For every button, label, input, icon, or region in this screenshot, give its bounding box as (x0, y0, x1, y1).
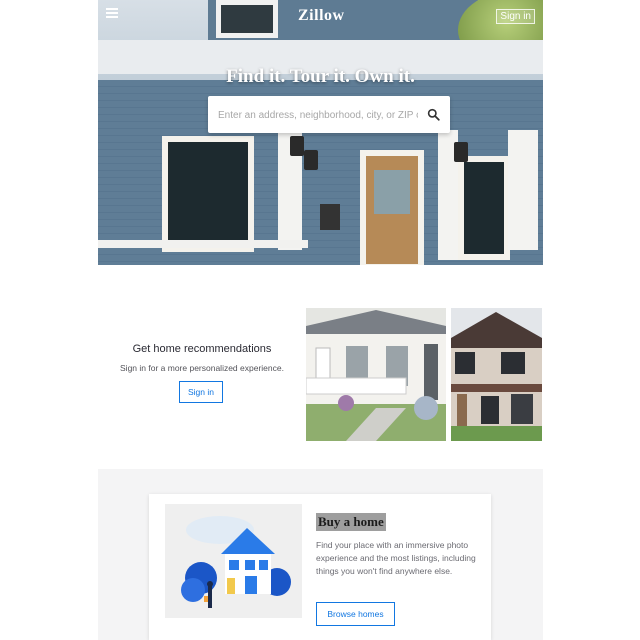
home-photo-craftsman (451, 308, 542, 441)
browse-homes-button[interactable]: Browse homes (316, 602, 395, 626)
buy-home-description: Find your place with an immersive photo … (316, 540, 476, 576)
recommendations-subtitle: Sign in for a more personalized experien… (120, 363, 284, 373)
hero-title: Find it. Tour it. Own it. (226, 66, 415, 87)
hero-lamp-right (454, 142, 468, 162)
hero-window-left (162, 136, 254, 252)
hero-front-door (360, 150, 424, 265)
buy-home-title: Buy a home (316, 513, 386, 531)
sign-in-link[interactable]: Sign in (496, 9, 535, 24)
search-box (208, 96, 450, 135)
hero-banner: Zillow Sign in Find it. Tour it. Own it. (98, 0, 543, 265)
hero-window-right (458, 156, 510, 260)
zillow-logo[interactable]: Zillow (298, 7, 345, 25)
home-photo-white-porch (306, 308, 446, 441)
hero-pillar-far (508, 130, 538, 250)
menu-icon[interactable] (106, 8, 118, 18)
recommendations-sign-in-button[interactable]: Sign in (179, 381, 223, 403)
buy-home-illustration (165, 504, 302, 618)
recommendations-title: Get home recommendations (132, 343, 272, 355)
search-icon[interactable] (427, 108, 440, 121)
hero-upper-window (216, 0, 278, 38)
hero-lamp-left (290, 136, 304, 156)
hero-lamp-left-2 (304, 150, 318, 170)
hero-porch-rail (98, 240, 308, 248)
hero-mailbox (320, 204, 340, 230)
buy-home-card: Buy a home Find your place with an immer… (149, 494, 491, 640)
search-input[interactable] (216, 96, 420, 135)
